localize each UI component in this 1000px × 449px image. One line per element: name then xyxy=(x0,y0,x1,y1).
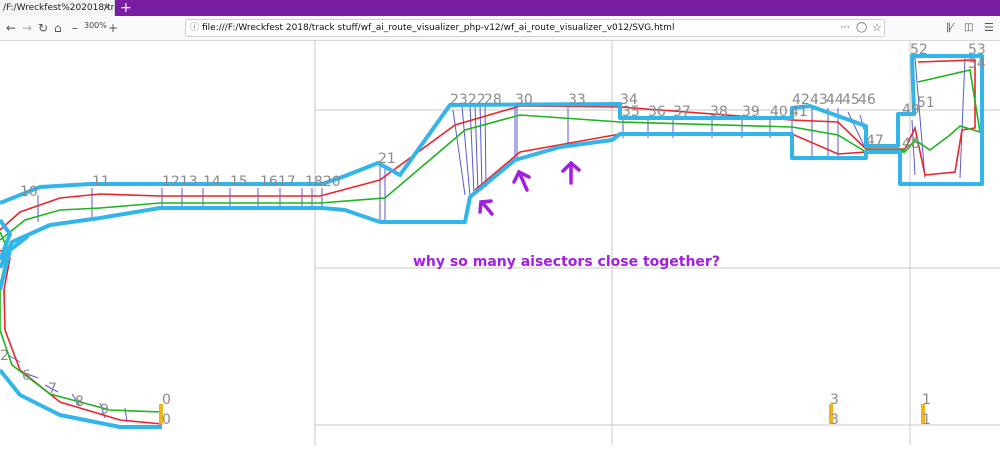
annotation-arrows xyxy=(478,160,581,216)
sector-label: 46 xyxy=(858,92,876,108)
sector-label: 14 xyxy=(203,174,221,190)
forward-icon[interactable]: → xyxy=(22,20,32,36)
sector-label: 15 xyxy=(230,174,248,190)
back-icon[interactable]: ← xyxy=(6,20,16,36)
library-icon[interactable]: ‖⁄ xyxy=(946,20,953,36)
marker-label: 1 xyxy=(922,392,931,408)
sector-label: 8 xyxy=(75,394,84,410)
sector-label: 54 xyxy=(968,56,986,72)
arrow-icon xyxy=(512,169,531,192)
sector-label: 48 xyxy=(902,136,920,152)
sector-label: 9 xyxy=(100,402,109,418)
sector-label: 1820 xyxy=(305,174,341,190)
sector-label: 2 xyxy=(0,348,9,364)
sector-label: 38 xyxy=(710,104,728,120)
marker-label: 0 xyxy=(162,392,171,408)
sector-label: 42 xyxy=(792,92,810,108)
zoom-level[interactable]: 300% xyxy=(84,21,107,30)
sector-label: 21 xyxy=(378,151,396,167)
marker-label: 0 xyxy=(162,412,171,428)
arrow-icon xyxy=(561,160,581,185)
sector-label: 11 xyxy=(92,174,110,190)
sector-label: 1213 xyxy=(162,174,198,190)
sector-label: 36 xyxy=(648,104,666,120)
url-bar[interactable]: ⓘ file:///F:/Wreckfest 2018/track stuff/… xyxy=(185,19,885,37)
tab-bar: /F:/Wreckfest%202018/track%20st × + xyxy=(0,0,1000,16)
reload-icon[interactable]: ↻ xyxy=(38,20,48,36)
red-route-line-3 xyxy=(474,133,867,191)
arrow-icon xyxy=(478,199,494,216)
sector-label: 30 xyxy=(515,92,533,108)
tab-title: /F:/Wreckfest%202018/track%20st xyxy=(3,3,115,13)
sector-label: 2322 xyxy=(450,92,486,108)
home-icon[interactable]: ⌂ xyxy=(54,20,62,36)
track-boundaries xyxy=(0,54,984,429)
sector-label: 35 xyxy=(622,104,640,120)
page-actions-icon[interactable]: ⋯ xyxy=(840,20,850,36)
sector-label: 37 xyxy=(673,104,691,120)
sidebar-icon[interactable]: ◫ xyxy=(964,20,973,36)
tab-svg-page[interactable]: /F:/Wreckfest%202018/track%20st × xyxy=(0,0,115,16)
marker-label: 3 xyxy=(830,392,839,408)
new-tab-button[interactable]: + xyxy=(120,0,132,16)
sector-label: 33 xyxy=(568,92,586,108)
green-route-line-2 xyxy=(0,231,163,413)
sector-label: 6 xyxy=(22,368,31,384)
sector-label: 7 xyxy=(48,381,57,397)
close-icon[interactable]: × xyxy=(103,0,111,16)
grid xyxy=(314,41,1000,445)
page-info-icon[interactable]: ⓘ xyxy=(190,20,199,36)
zoom-in-icon[interactable]: + xyxy=(108,20,118,36)
sector-lines xyxy=(7,57,966,423)
start-markers xyxy=(159,404,925,424)
sector-label: 39 xyxy=(742,104,760,120)
marker-label: 3 xyxy=(830,412,839,428)
sector-label: 47 xyxy=(866,133,884,149)
url-text: file:///F:/Wreckfest 2018/track stuff/wf… xyxy=(202,23,675,33)
sector-label: 28 xyxy=(484,92,502,108)
zoom-out-icon[interactable]: – xyxy=(72,20,78,36)
route-svg: 10 11 1213 14 15 1617 1820 21 2322 28 30… xyxy=(0,41,1000,445)
sector-label: 40 xyxy=(770,104,788,120)
menu-icon[interactable]: ☰ xyxy=(984,20,994,36)
sector-label: 52 xyxy=(910,42,928,58)
bookmark-star-icon[interactable]: ☆ xyxy=(872,20,882,36)
sector-label: 1617 xyxy=(260,174,296,190)
annotation-note: why so many aisectors close together? xyxy=(413,254,720,270)
pocket-icon[interactable]: ◯ xyxy=(856,20,867,36)
marker-label: 1 xyxy=(922,412,931,428)
route-visualizer-canvas: 10 11 1213 14 15 1617 1820 21 2322 28 30… xyxy=(0,41,1000,445)
sector-label: 10 xyxy=(20,184,38,200)
navigation-toolbar: ← → ↻ ⌂ – 300% + ⓘ file:///F:/Wreckfest … xyxy=(0,16,1000,41)
sector-label: 51 xyxy=(917,95,935,111)
sector-labels: 10 11 1213 14 15 1617 1820 21 2322 28 30… xyxy=(0,42,986,428)
